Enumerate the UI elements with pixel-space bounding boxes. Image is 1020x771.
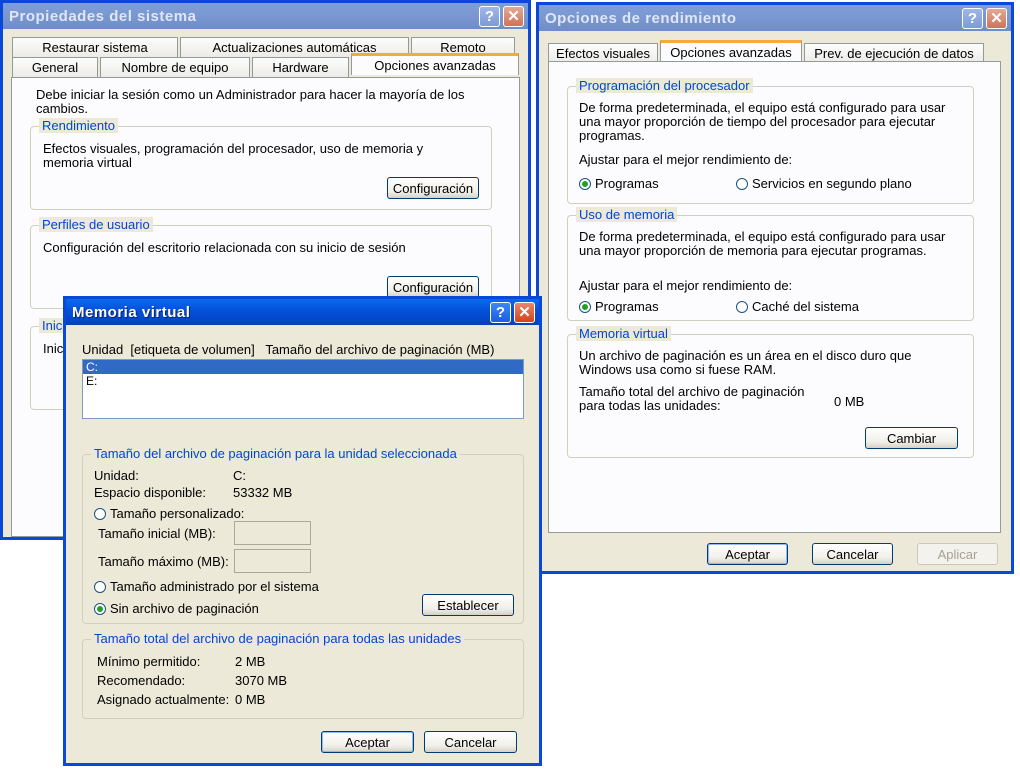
- aceptar-button[interactable]: Aceptar: [707, 543, 788, 565]
- minimo-value: 2 MB: [235, 654, 266, 669]
- list-item-drive-e[interactable]: E:: [83, 374, 523, 388]
- help-icon[interactable]: ?: [962, 7, 983, 29]
- drives-list[interactable]: C: E:: [82, 359, 524, 419]
- recomendado-value: 3070 MB: [235, 673, 288, 688]
- tab-opciones-avanzadas[interactable]: Opciones avanzadas: [351, 53, 519, 75]
- system-properties-titlebar[interactable]: Propiedades del sistema ? ✕: [3, 3, 528, 29]
- radio-servicios[interactable]: Servicios en segundo plano: [736, 176, 912, 191]
- unidad-value: C:: [233, 468, 246, 483]
- asignado-label: Asignado actualmente:: [97, 692, 230, 707]
- cancelar-button[interactable]: Cancelar: [812, 543, 893, 565]
- selected-drive-group: Tamaño del archivo de paginación para la…: [82, 446, 524, 624]
- tamano-maximo-label: Tamaño máximo (MB):: [98, 554, 229, 569]
- radio-label: Programas: [595, 176, 659, 191]
- procesador-adjust-text: Ajustar para el mejor rendimiento de:: [579, 152, 793, 167]
- tab-opciones-avanzadas[interactable]: Opciones avanzadas: [660, 40, 802, 62]
- total-paginacion-label: Tamaño total del archivo de paginación p…: [579, 384, 805, 413]
- radio-tamano-administrado[interactable]: Tamaño administrado por el sistema: [94, 579, 319, 594]
- radio-programas-memoria[interactable]: Programas: [579, 299, 659, 314]
- opciones-avanzadas-panel: Programación del procesador De forma pre…: [548, 61, 1001, 533]
- rendimiento-text: Efectos visuales, programación del proce…: [43, 141, 424, 170]
- close-icon[interactable]: ✕: [503, 5, 524, 27]
- help-icon[interactable]: ?: [490, 301, 511, 323]
- window-title: Propiedades del sistema: [9, 7, 197, 25]
- inicio-text: Inic: [43, 341, 64, 356]
- virtual-memory-titlebar[interactable]: Memoria virtual ? ✕: [66, 299, 539, 325]
- cambiar-button[interactable]: Cambiar: [865, 427, 958, 449]
- rendimiento-config-button[interactable]: Configuración: [387, 177, 479, 199]
- minimo-label: Mínimo permitido:: [97, 654, 201, 669]
- memoria-virtual-label: Memoria virtual: [576, 326, 671, 341]
- procesador-group: Programación del procesador De forma pre…: [567, 78, 974, 204]
- radio-label: Caché del sistema: [752, 299, 859, 314]
- tab-general[interactable]: General: [12, 57, 98, 77]
- total-paging-group: Tamaño total del archivo de paginación p…: [82, 631, 524, 719]
- tab-efectos-visuales[interactable]: Efectos visuales: [548, 43, 658, 63]
- close-icon[interactable]: ✕: [986, 7, 1007, 29]
- memoria-label: Uso de memoria: [576, 207, 678, 222]
- establecer-button[interactable]: Establecer: [422, 594, 514, 616]
- total-paging-label: Tamaño total del archivo de paginación p…: [91, 631, 465, 646]
- window-title: Opciones de rendimiento: [545, 9, 737, 27]
- unidad-label: Unidad:: [94, 468, 139, 483]
- performance-options-window: Opciones de rendimiento ? ✕ Efectos visu…: [536, 2, 1014, 574]
- performance-options-titlebar[interactable]: Opciones de rendimiento ? ✕: [539, 5, 1011, 31]
- radio-tamano-personalizado[interactable]: Tamaño personalizado:: [94, 506, 244, 521]
- procesador-label: Programación del procesador: [576, 78, 753, 93]
- help-icon[interactable]: ?: [479, 5, 500, 27]
- espacio-value: 53332 MB: [233, 485, 293, 500]
- perfiles-label: Perfiles de usuario: [39, 217, 153, 232]
- recomendado-label: Recomendado:: [97, 673, 186, 688]
- tab-hardware[interactable]: Hardware: [252, 57, 349, 77]
- tab-nombre-equipo[interactable]: Nombre de equipo: [100, 57, 250, 77]
- tab-prev-ejecucion[interactable]: Prev. de ejecución de datos: [804, 43, 984, 63]
- drives-list-header: Unidad [etiqueta de volumen] Tamaño del …: [82, 342, 495, 357]
- aplicar-button[interactable]: Aplicar: [917, 543, 998, 565]
- memoria-adjust-text: Ajustar para el mejor rendimiento de:: [579, 278, 793, 293]
- rendimiento-label: Rendimiento: [39, 118, 118, 133]
- tamano-inicial-label: Tamaño inicial (MB):: [98, 526, 216, 541]
- list-item-drive-c[interactable]: C:: [83, 360, 523, 374]
- memoria-group: Uso de memoria De forma predeterminada, …: [567, 207, 974, 321]
- tab-restaurar-sistema[interactable]: Restaurar sistema: [12, 37, 178, 57]
- rendimiento-group: Rendimiento Efectos visuales, programaci…: [30, 118, 492, 210]
- cancelar-button[interactable]: Cancelar: [424, 731, 517, 753]
- memoria-virtual-group: Memoria virtual Un archivo de paginación…: [567, 326, 974, 458]
- window-title: Memoria virtual: [72, 303, 191, 321]
- tamano-inicial-input[interactable]: [234, 521, 311, 545]
- radio-programas[interactable]: Programas: [579, 176, 659, 191]
- radio-label: Servicios en segundo plano: [752, 176, 912, 191]
- asignado-value: 0 MB: [235, 692, 266, 707]
- procesador-text: De forma predeterminada, el equipo está …: [579, 100, 946, 143]
- close-icon[interactable]: ✕: [514, 301, 535, 323]
- radio-label: Programas: [595, 299, 659, 314]
- tamano-maximo-input[interactable]: [234, 549, 311, 573]
- radio-label: Sin archivo de paginación: [110, 601, 259, 616]
- perfiles-text: Configuración del escritorio relacionada…: [43, 240, 406, 255]
- radio-sin-archivo[interactable]: Sin archivo de paginación: [94, 601, 259, 616]
- admin-note: Debe iniciar la sesión como un Administr…: [36, 87, 465, 116]
- radio-label: Tamaño administrado por el sistema: [110, 579, 319, 594]
- memoria-text: De forma predeterminada, el equipo está …: [579, 229, 946, 258]
- memoria-virtual-text: Un archivo de paginación es un área en e…: [579, 348, 912, 377]
- selected-drive-label: Tamaño del archivo de paginación para la…: [91, 446, 460, 461]
- radio-cache-sistema[interactable]: Caché del sistema: [736, 299, 859, 314]
- perfiles-config-button[interactable]: Configuración: [387, 276, 479, 298]
- virtual-memory-dialog: Memoria virtual ? ✕ Unidad [etiqueta de …: [63, 296, 542, 766]
- espacio-label: Espacio disponible:: [94, 485, 207, 500]
- aceptar-button[interactable]: Aceptar: [321, 731, 414, 753]
- total-paginacion-value: 0 MB: [834, 394, 865, 409]
- radio-label: Tamaño personalizado:: [110, 506, 245, 521]
